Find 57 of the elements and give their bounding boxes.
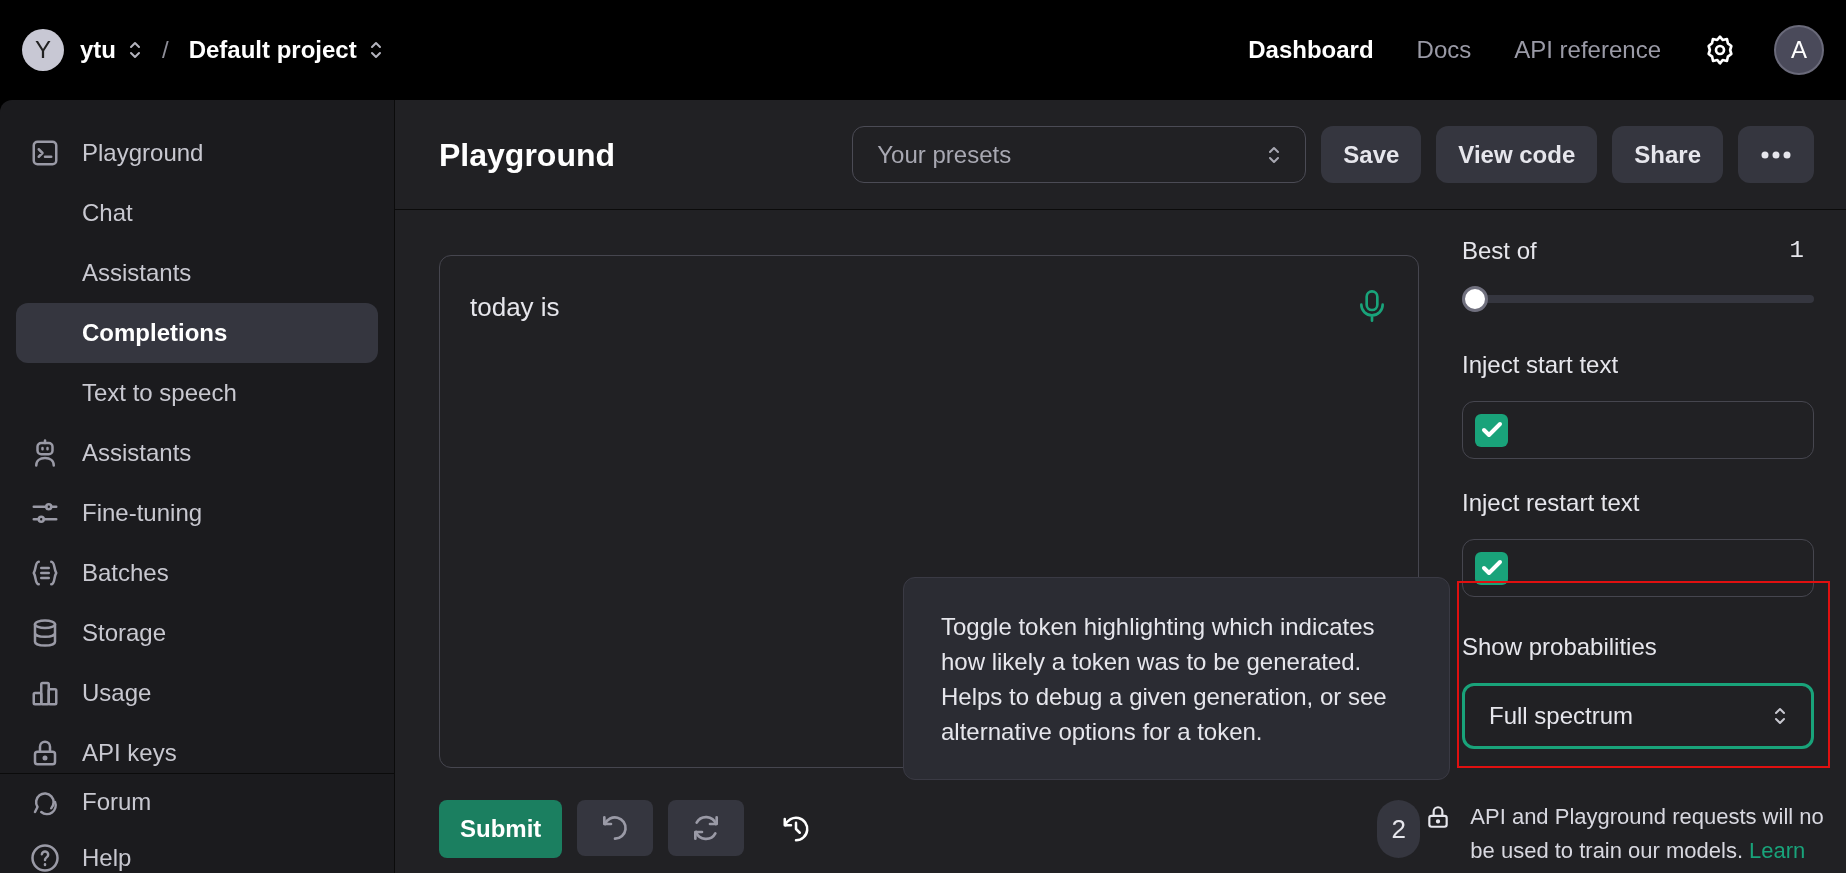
chevron-updown-icon	[128, 39, 142, 61]
sidebar-link[interactable]: Help	[16, 830, 378, 873]
page-title: Playground	[439, 135, 615, 175]
checkmark-icon	[1480, 559, 1503, 577]
checkbox[interactable]	[1475, 413, 1508, 447]
sidebar-item[interactable]: Usage	[16, 663, 378, 723]
user-avatar[interactable]: A	[1774, 25, 1824, 75]
sidebar-subitem[interactable]: Text to speech	[16, 363, 378, 423]
learn-link[interactable]: Learn	[1749, 834, 1806, 868]
nav-link[interactable]: Docs	[1416, 32, 1472, 68]
settings-icon[interactable]	[1704, 34, 1736, 66]
more-button[interactable]	[1738, 126, 1814, 183]
sidebar-subitem[interactable]: Assistants	[16, 243, 378, 303]
sidebar-item[interactable]: Playground	[16, 123, 378, 183]
text-field[interactable]	[1462, 401, 1814, 459]
sidebar-subitem[interactable]: Chat	[16, 183, 378, 243]
checkmark-icon	[1480, 421, 1503, 439]
tooltip: Toggle token highlighting which indicates how likely a token was to be generated. Helps to debug a given generation, or see alternative options for a token.	[903, 577, 1450, 780]
checkbox[interactable]	[1475, 551, 1508, 585]
sidebar-item[interactable]: Storage	[16, 603, 378, 663]
toolbar-button[interactable]: Share	[1612, 126, 1723, 183]
sidebar-item[interactable]: Batches	[16, 543, 378, 603]
chevron-updown-icon	[368, 39, 383, 61]
sidebar-item[interactable]: Assistants	[16, 423, 378, 483]
slider-thumb[interactable]	[1462, 286, 1488, 312]
braces-icon	[30, 558, 60, 588]
setting-label: Show probabilities	[1462, 632, 1658, 662]
org-name[interactable]: ytu	[80, 32, 116, 68]
toolbar-button[interactable]: Save	[1321, 126, 1422, 183]
undo-button[interactable]	[577, 800, 654, 856]
privacy-notice: API and Playground requests will no	[1470, 803, 1824, 831]
regenerate-button[interactable]	[668, 800, 745, 856]
breadcrumb-separator: /	[162, 35, 169, 65]
setting-label: Inject start text	[1462, 350, 1620, 380]
sidebar-subitem[interactable]: Completions	[16, 303, 378, 363]
help-icon	[30, 843, 60, 873]
org-avatar[interactable]: Y	[22, 29, 64, 71]
setting-value: 1	[1789, 236, 1804, 266]
chevron-updown-icon	[1773, 705, 1787, 727]
sidebar-link[interactable]: Forum	[16, 774, 378, 830]
setting-label: Inject restart text	[1462, 488, 1641, 518]
nav-link[interactable]: API reference	[1514, 32, 1661, 68]
privacy-notice: be used to train our models.	[1470, 837, 1744, 865]
presets-select[interactable]: Your presets	[852, 126, 1307, 183]
text-field[interactable]	[1462, 539, 1814, 597]
nav-link[interactable]: Dashboard	[1248, 32, 1374, 68]
terminal-icon	[30, 138, 60, 168]
setting-label: Best of	[1462, 236, 1537, 266]
sidebar-item[interactable]: Fine-tuning	[16, 483, 378, 543]
ellipsis-icon	[1761, 150, 1791, 159]
slider-track[interactable]	[1462, 286, 1814, 312]
count-badge: 2	[1377, 800, 1421, 858]
toolbar-button[interactable]: View code	[1436, 126, 1598, 183]
project-name[interactable]: Default project	[188, 32, 357, 68]
submit-button[interactable]: Submit	[439, 800, 563, 858]
probabilities-select[interactable]: Full spectrum	[1462, 683, 1814, 749]
sidebar-item[interactable]: API keys	[16, 723, 378, 773]
